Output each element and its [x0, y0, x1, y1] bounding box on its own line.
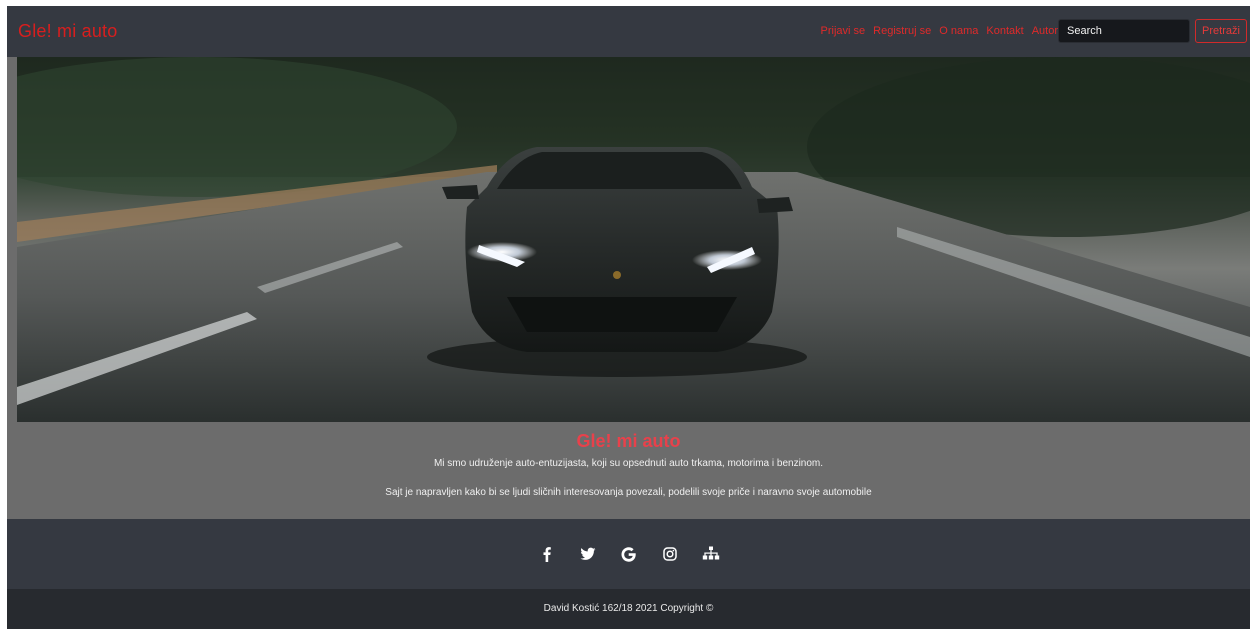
instagram-icon[interactable] — [660, 544, 680, 564]
nav-link-contact[interactable]: Kontakt — [986, 25, 1023, 37]
brand-logo[interactable]: Gle! mi auto — [18, 21, 117, 42]
footer-copyright-bar: David Kostić 162/18 2021 Copyright © — [7, 589, 1250, 629]
google-icon[interactable] — [619, 544, 639, 564]
page: Gle! mi auto Prijavi se Registruj se O n… — [7, 6, 1250, 629]
sitemap-icon[interactable] — [701, 544, 721, 564]
hero-car-image — [17, 57, 1250, 422]
search-input[interactable] — [1058, 19, 1190, 43]
nav-link-about[interactable]: O nama — [939, 25, 978, 37]
facebook-icon[interactable] — [537, 544, 557, 564]
nav-links: Prijavi se Registruj se O nama Kontakt A… — [821, 25, 1058, 37]
about-paragraph-2: Sajt je napravljen kako bi se ljudi slič… — [385, 487, 872, 498]
social-row — [7, 519, 1250, 589]
nav-link-author[interactable]: Autor — [1032, 25, 1058, 37]
about-title: Gle! mi auto — [576, 431, 681, 451]
hero-car-illustration — [17, 57, 1250, 422]
navbar: Gle! mi auto Prijavi se Registruj se O n… — [7, 6, 1250, 57]
search-button[interactable]: Pretraži — [1195, 19, 1247, 43]
nav-link-register[interactable]: Registruj se — [873, 25, 931, 37]
footer-social — [7, 519, 1250, 589]
copyright-text: David Kostić 162/18 2021 Copyright © — [543, 603, 714, 614]
twitter-icon[interactable] — [578, 544, 598, 564]
nav-link-login[interactable]: Prijavi se — [821, 25, 866, 37]
about-paragraph-1: Mi smo udruženje auto-entuzijasta, koji … — [433, 458, 824, 469]
